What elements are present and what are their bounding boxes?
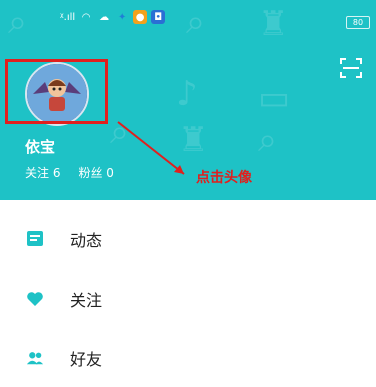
feed-icon (26, 230, 44, 248)
menu-item-feed[interactable]: 动态 (0, 210, 376, 268)
menu-item-label: 好友 (70, 350, 103, 369)
menu-item-following[interactable]: 关注 (0, 270, 376, 328)
friends-icon (26, 349, 44, 367)
menu-item-friends[interactable]: 好友 (0, 329, 376, 387)
annotation-arrow (117, 121, 185, 175)
menu-item-label: 关注 (70, 291, 103, 310)
menu-item-label: 动态 (70, 231, 103, 250)
heart-icon (26, 290, 44, 308)
profile-header: ⌕ ⌕ ♜ ♪ ▭ ♜ ⌕ ⌕ ᵡ.ıll ◠ ☁ ✦ ● ◘ 80 依宝 关注… (0, 0, 376, 200)
annotation-label: 点击头像 (196, 170, 252, 186)
